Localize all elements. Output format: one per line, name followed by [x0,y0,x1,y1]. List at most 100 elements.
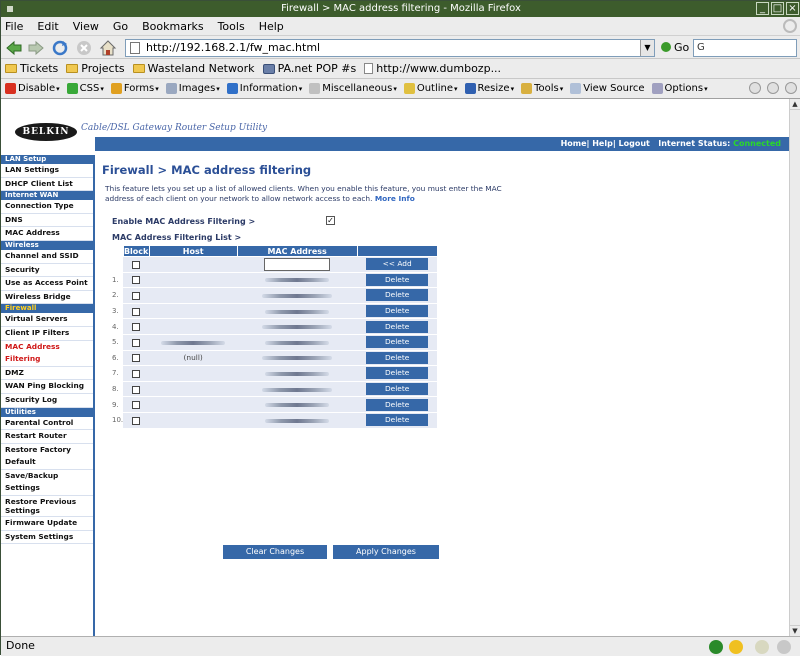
scroll-up-icon[interactable]: ▲ [790,99,800,110]
add-button[interactable]: << Add [366,258,429,271]
bookmark-item[interactable]: Tickets [5,62,58,75]
go-button[interactable]: Go [661,40,689,56]
devbar-item-icon [403,83,415,94]
devbar-item[interactable]: Tools ▾ [521,83,563,94]
cloud-icon[interactable] [777,640,791,654]
sidebar-item[interactable]: Channel and SSID [1,249,93,264]
delete-button[interactable]: Delete [366,305,429,318]
home-icon[interactable] [99,39,117,57]
bookmark-item[interactable]: PA.net POP #s [262,62,356,75]
devbar-item[interactable]: Options ▾ [651,83,708,94]
sidebar-item[interactable]: Security [1,263,93,278]
css-status-icon[interactable] [749,82,761,94]
devbar-item[interactable]: Miscellaneous ▾ [309,83,397,94]
sidebar-item[interactable]: DMZ [1,366,93,381]
sidebar-item[interactable]: MAC Address Filtering [1,340,93,367]
bookmark-item[interactable]: Projects [66,62,125,75]
delete-button[interactable]: Delete [366,336,429,349]
sidebar-item[interactable]: Restore Previous Settings [1,496,93,518]
apply-changes-button[interactable]: Apply Changes [333,545,439,559]
minimize-button[interactable]: _ [756,2,769,15]
security-icon[interactable] [709,640,723,654]
sidebar-item[interactable]: Client IP Filters [1,326,93,341]
sidebar-item[interactable]: Virtual Servers [1,313,93,327]
url-bar[interactable]: http://192.168.2.1/fw_mac.html ▼ [125,39,655,57]
delete-button[interactable]: Delete [366,414,429,427]
delete-button[interactable]: Delete [366,289,429,302]
devbar-item[interactable]: Images ▾ [165,83,220,94]
reload-icon[interactable] [51,39,69,57]
delete-button[interactable]: Delete [366,367,429,380]
sidebar-item[interactable]: Firmware Update [1,517,93,531]
delete-button[interactable]: Delete [366,398,429,411]
devbar-item[interactable]: View Source [570,83,645,94]
back-icon[interactable] [5,39,23,57]
devbar-item[interactable]: CSS ▾ [66,83,104,94]
window-menu-icon[interactable] [5,4,15,14]
sidebar-item[interactable]: Restore Factory Default [1,443,93,470]
table-row: 2. Delete [111,287,438,304]
enable-filter-checkbox[interactable]: ✓ [326,216,335,225]
stop-icon[interactable] [75,39,93,57]
scroll-down-icon[interactable]: ▼ [790,625,800,636]
block-checkbox[interactable] [132,354,141,363]
clear-changes-button[interactable]: Clear Changes [223,545,327,559]
forward-icon[interactable] [27,39,45,57]
sidebar-item[interactable]: Parental Control [1,416,93,431]
sidebar-item[interactable]: WAN Ping Blocking [1,380,93,394]
delete-button[interactable]: Delete [366,383,429,396]
more-info-link[interactable]: More Info [375,194,415,203]
delete-button[interactable]: Delete [366,273,429,286]
menu-edit[interactable]: Edit [37,20,58,33]
menu-file[interactable]: File [5,20,23,33]
block-checkbox[interactable] [132,385,141,394]
sidebar-item[interactable]: System Settings [1,530,93,545]
sidebar-item[interactable]: Restart Router [1,430,93,444]
throbber-icon [783,19,797,33]
menu-tools[interactable]: Tools [218,20,245,33]
block-checkbox[interactable] [132,338,141,347]
sidebar-item[interactable]: Save/Backup Settings [1,469,93,497]
sidebar-item[interactable]: DHCP Client List [1,177,93,192]
info-status-icon[interactable] [767,82,779,94]
bookmark-item[interactable]: http://www.dumbozp... [364,62,501,75]
block-checkbox[interactable] [132,323,141,332]
sidebar-item[interactable]: Use as Access Point [1,277,93,291]
menu-view[interactable]: View [73,20,99,33]
js-status-icon[interactable] [785,82,797,94]
block-checkbox[interactable] [132,291,141,300]
sidebar-item[interactable]: Connection Type [1,200,93,214]
top-links[interactable]: Home| Help| Logout [561,139,650,148]
mac-address-input[interactable] [264,257,331,271]
devbar-item[interactable]: Outline ▾ [403,83,458,94]
sidebar-item[interactable]: MAC Address [1,227,93,241]
block-checkbox[interactable] [132,369,141,378]
menu-help[interactable]: Help [259,20,284,33]
sidebar-item[interactable]: Security Log [1,393,93,408]
delete-button[interactable]: Delete [366,320,429,333]
block-checkbox[interactable] [132,307,141,316]
delete-button[interactable]: Delete [366,351,429,364]
devbar-item[interactable]: Disable ▾ [5,83,60,94]
sun-icon[interactable] [729,640,743,654]
devbar-item[interactable]: Resize ▾ [464,83,514,94]
url-dropdown-icon[interactable]: ▼ [640,40,654,56]
devbar-item[interactable]: Forms ▾ [110,83,159,94]
bookmark-item[interactable]: Wasteland Network [132,62,255,75]
maximize-button[interactable]: □ [771,2,784,15]
sidebar-item[interactable]: LAN Settings [1,164,93,178]
sidebar-item[interactable]: DNS [1,213,93,228]
block-checkbox[interactable] [132,416,141,425]
close-button[interactable]: × [786,2,799,15]
menu-bookmarks[interactable]: Bookmarks [142,20,203,33]
devbar-item[interactable]: Information ▾ [226,83,302,94]
vertical-scrollbar[interactable]: ▲ ▼ [789,99,800,636]
add-block-checkbox[interactable] [132,260,141,269]
block-checkbox[interactable] [132,276,141,285]
weather-icon[interactable] [755,640,769,654]
action-cell: Delete [357,381,438,398]
menu-go[interactable]: Go [113,20,128,33]
search-input[interactable]: G [693,39,797,57]
sidebar-item[interactable]: Wireless Bridge [1,290,93,305]
block-checkbox[interactable] [132,401,141,410]
